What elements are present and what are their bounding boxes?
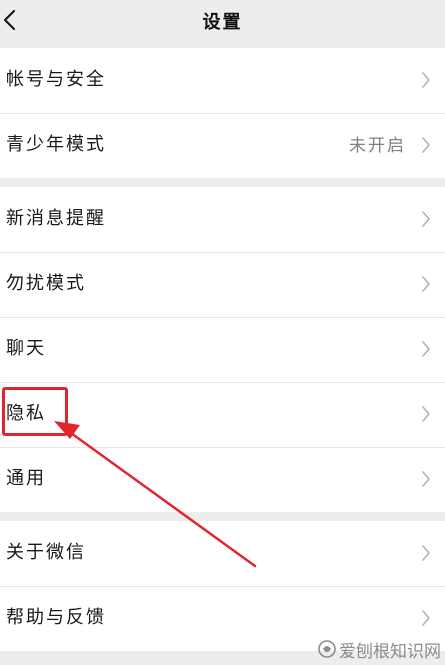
settings-item-label: 青少年模式 (6, 134, 106, 155)
chevron-right-icon (422, 471, 430, 487)
settings-item-label: 新消息提醒 (6, 208, 106, 229)
settings-group-general: 新消息提醒 勿扰模式 聊天 隐私 通用 (0, 187, 445, 512)
settings-item-general[interactable]: 通用 (0, 447, 445, 512)
chevron-right-icon (422, 545, 430, 561)
chevron-right-icon (422, 72, 430, 88)
settings-item-label: 帐号与安全 (6, 69, 106, 90)
settings-item-about-wechat[interactable]: 关于微信 (0, 521, 445, 586)
teen-mode-status: 未开启 (349, 136, 406, 156)
watermark-text: 爱刨根知识网 (339, 641, 441, 662)
settings-item-do-not-disturb[interactable]: 勿扰模式 (0, 252, 445, 317)
watermark-logo-icon (318, 640, 336, 658)
privacy-highlight-box (2, 387, 68, 436)
settings-page: 设置 帐号与安全 青少年模式 未开启 新消息提醒 勿扰模式 聊天 隐私 通用 关… (0, 0, 445, 665)
settings-group-account: 帐号与安全 青少年模式 未开启 (0, 48, 445, 178)
settings-item-notifications[interactable]: 新消息提醒 (0, 187, 445, 252)
chevron-right-icon (422, 341, 430, 357)
settings-item-teen-mode[interactable]: 青少年模式 未开启 (0, 113, 445, 178)
settings-item-label: 帮助与反馈 (6, 607, 106, 628)
settings-item-label: 勿扰模式 (6, 273, 86, 294)
chevron-right-icon (422, 610, 430, 626)
settings-item-label: 聊天 (6, 338, 46, 359)
navigation-bar: 设置 (0, 0, 445, 44)
chevron-right-icon (422, 406, 430, 422)
watermark: 爱刨根知识网 (317, 636, 441, 662)
settings-group-about: 关于微信 帮助与反馈 (0, 521, 445, 651)
settings-item-label: 通用 (6, 468, 46, 489)
chevron-right-icon (422, 211, 430, 227)
settings-item-label: 关于微信 (6, 542, 86, 563)
settings-item-chat[interactable]: 聊天 (0, 317, 445, 382)
chevron-right-icon (422, 276, 430, 292)
page-title: 设置 (202, 12, 243, 33)
chevron-right-icon (422, 137, 430, 153)
settings-item-account-security[interactable]: 帐号与安全 (0, 48, 445, 113)
